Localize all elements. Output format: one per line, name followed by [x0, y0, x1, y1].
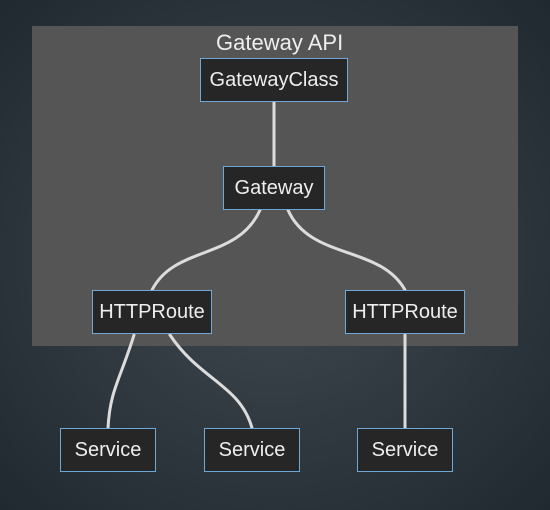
node-label: HTTPRoute	[99, 301, 205, 324]
node-service-2: Service	[204, 428, 300, 472]
node-gateway: Gateway	[223, 166, 325, 210]
node-label: GatewayClass	[210, 69, 339, 92]
node-label: Gateway	[235, 177, 314, 200]
node-service-1: Service	[60, 428, 156, 472]
node-httproute-2: HTTPRoute	[345, 290, 465, 334]
node-service-3: Service	[357, 428, 453, 472]
node-label: HTTPRoute	[352, 301, 458, 324]
node-label: Service	[75, 439, 142, 462]
diagram-stage: Gateway API GatewayClass Gateway HTTPRou…	[0, 0, 550, 510]
node-label: Service	[372, 439, 439, 462]
node-httproute-1: HTTPRoute	[92, 290, 212, 334]
node-label: Service	[219, 439, 286, 462]
region-title: Gateway API	[216, 30, 343, 56]
node-gatewayclass: GatewayClass	[200, 58, 348, 102]
